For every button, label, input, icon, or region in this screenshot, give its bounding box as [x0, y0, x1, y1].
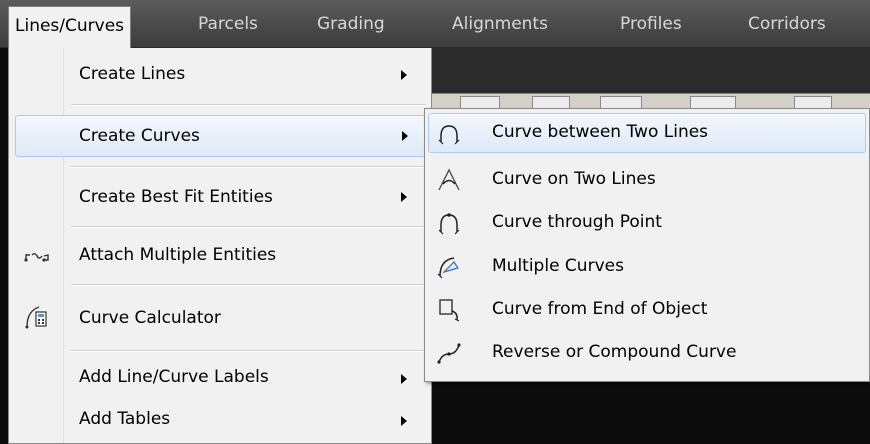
menu-separator [71, 226, 426, 228]
menu-parcels-label: Parcels [198, 14, 258, 34]
submenu-item-label: Curve through Point [492, 212, 662, 232]
submenu-arrow-icon [401, 192, 407, 202]
submenu-arrow-icon [402, 131, 408, 141]
menu-lines-curves[interactable]: Lines/Curves [8, 6, 132, 48]
menu-separator [71, 350, 426, 352]
attach-entities-icon [23, 244, 51, 270]
menu-parcels[interactable]: Parcels [198, 0, 258, 48]
menu-corridors[interactable]: Corridors [748, 0, 826, 48]
submenu-arrow-icon [401, 416, 407, 426]
app-background [432, 48, 870, 93]
menu-profiles-label: Profiles [620, 14, 682, 34]
menu-item-add-line-curve-labels[interactable]: Add Line/Curve Labels [9, 358, 431, 400]
menu-item-create-lines[interactable]: Create Lines [9, 56, 431, 96]
menu-alignments[interactable]: Alignments [452, 0, 548, 48]
curve-calculator-icon [23, 303, 51, 329]
reverse-compound-curve-icon [436, 340, 462, 366]
submenu-item-multiple-curves[interactable]: Multiple Curves [425, 247, 869, 287]
menu-item-label: Add Tables [79, 409, 171, 429]
menu-profiles[interactable]: Profiles [620, 0, 682, 48]
curve-on-lines-icon [436, 167, 462, 193]
menu-item-label: Attach Multiple Entities [79, 245, 277, 265]
menu-item-label: Create Lines [79, 64, 186, 84]
submenu-arrow-icon [401, 70, 407, 80]
submenu-item-label: Curve on Two Lines [492, 169, 656, 189]
menu-grading[interactable]: Grading [317, 0, 385, 48]
menu-separator [71, 284, 426, 286]
menu-alignments-label: Alignments [452, 14, 548, 34]
multiple-curves-icon [436, 254, 462, 280]
submenu-item-label: Curve between Two Lines [492, 122, 709, 142]
menu-item-attach-multiple-entities[interactable]: Attach Multiple Entities [9, 236, 431, 278]
menu-corridors-label: Corridors [748, 14, 826, 34]
submenu-item-label: Reverse or Compound Curve [492, 342, 737, 362]
curve-between-lines-icon [436, 120, 462, 146]
menu-item-label: Add Line/Curve Labels [79, 367, 269, 387]
menu-grading-label: Grading [317, 14, 385, 34]
submenu-arrow-icon [401, 374, 407, 384]
menubar: Lines/Curves Parcels Grading Alignments … [0, 0, 870, 48]
menu-item-create-best-fit-entities[interactable]: Create Best Fit Entities [9, 174, 431, 220]
menu-item-label: Create Curves [79, 126, 200, 146]
menu-lines-curves-label: Lines/Curves [15, 16, 125, 36]
create-curves-submenu: Curve between Two Lines Curve on Two Lin… [424, 108, 870, 382]
menu-separator [71, 104, 426, 106]
menu-item-create-curves[interactable]: Create Curves [15, 115, 427, 157]
submenu-item-label: Multiple Curves [492, 256, 624, 276]
submenu-item-reverse-or-compound-curve[interactable]: Reverse or Compound Curve [425, 333, 869, 373]
menu-item-label: Curve Calculator [79, 308, 221, 328]
curve-through-point-icon [436, 210, 462, 236]
lines-curves-menu: Create Lines Create Curves Create Best F… [8, 48, 432, 444]
submenu-item-curve-on-two-lines[interactable]: Curve on Two Lines [425, 160, 869, 200]
submenu-item-label: Curve from End of Object [492, 299, 708, 319]
menu-item-add-tables[interactable]: Add Tables [9, 400, 431, 442]
submenu-item-curve-from-end-of-object[interactable]: Curve from End of Object [425, 290, 869, 330]
menu-item-label: Create Best Fit Entities [79, 187, 273, 207]
submenu-item-curve-between-two-lines[interactable]: Curve between Two Lines [428, 113, 866, 153]
menu-item-curve-calculator[interactable]: Curve Calculator [9, 298, 431, 340]
menu-separator [71, 166, 426, 168]
curve-from-end-icon [436, 297, 462, 323]
submenu-item-curve-through-point[interactable]: Curve through Point [425, 203, 869, 243]
